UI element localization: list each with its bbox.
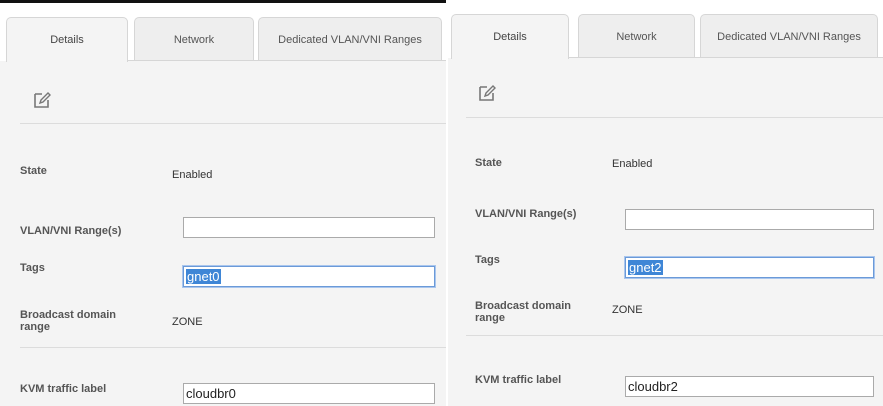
- tab-details[interactable]: Details: [451, 14, 569, 59]
- divider: [20, 123, 446, 124]
- tags-label: Tags: [20, 262, 45, 274]
- selected-text: gnet2: [628, 260, 663, 275]
- tab-divider: [128, 60, 446, 61]
- label-line: range: [20, 321, 50, 333]
- tab-label: Details: [50, 34, 84, 46]
- edit-icon[interactable]: [33, 91, 51, 109]
- label-line: Broadcast domain: [475, 300, 571, 312]
- tab-label: Details: [493, 31, 527, 43]
- divider: [20, 347, 446, 348]
- tab-label: Network: [173, 33, 215, 46]
- label-line: Broadcast domain: [20, 309, 116, 321]
- vlan-label: VLAN/VNI Range(s): [475, 208, 577, 220]
- tab-bar: Details Network Dedicated VLAN/VNI Range…: [0, 3, 446, 62]
- tab-bar: Details Network Dedicated VLAN/VNI Range…: [448, 0, 883, 59]
- vlan-label: VLAN/VNI Range(s): [20, 225, 122, 237]
- tags-input[interactable]: gnet2: [624, 256, 875, 279]
- kvm-traffic-label-input[interactable]: cloudbr0: [183, 383, 435, 404]
- tab-label: Network: [616, 30, 657, 43]
- details-panel-left: Details Network Dedicated VLAN/VNI Range…: [0, 0, 446, 406]
- tags-input[interactable]: gnet0: [182, 265, 436, 288]
- tab-divider: [569, 57, 883, 58]
- tab-details[interactable]: Details: [6, 17, 128, 62]
- state-value: Enabled: [172, 169, 213, 181]
- kvm-label: KVM traffic label: [20, 383, 107, 395]
- details-panel-right: Details Network Dedicated VLAN/VNI Range…: [448, 0, 883, 406]
- divider: [466, 117, 883, 118]
- kvm-label: KVM traffic label: [475, 374, 562, 386]
- edit-icon[interactable]: [478, 84, 496, 102]
- vlan-range-input[interactable]: [183, 217, 435, 238]
- tab-network[interactable]: Network: [134, 17, 254, 61]
- broadcast-domain-value: ZONE: [612, 304, 643, 316]
- tab-label: Dedicated VLAN/VNI Ranges: [717, 30, 861, 43]
- broadcast-domain-value: ZONE: [172, 316, 203, 328]
- broadcast-domain-label: Broadcast domain range: [475, 300, 571, 324]
- vlan-range-input[interactable]: [625, 209, 874, 230]
- state-label: State: [20, 165, 47, 177]
- tags-label: Tags: [475, 254, 500, 266]
- label-line: range: [475, 312, 505, 324]
- state-label: State: [475, 157, 502, 169]
- tab-dedicated-vlan-ranges[interactable]: Dedicated VLAN/VNI Ranges: [700, 14, 878, 58]
- broadcast-domain-label: Broadcast domain range: [20, 309, 116, 333]
- kvm-traffic-label-input[interactable]: cloudbr2: [625, 376, 874, 397]
- state-value: Enabled: [612, 158, 653, 170]
- divider: [466, 335, 883, 336]
- tab-dedicated-vlan-ranges[interactable]: Dedicated VLAN/VNI Ranges: [258, 17, 442, 61]
- tab-network[interactable]: Network: [578, 14, 695, 58]
- selected-text: gnet0: [186, 269, 221, 284]
- tab-label: Dedicated VLAN/VNI Ranges: [278, 33, 422, 46]
